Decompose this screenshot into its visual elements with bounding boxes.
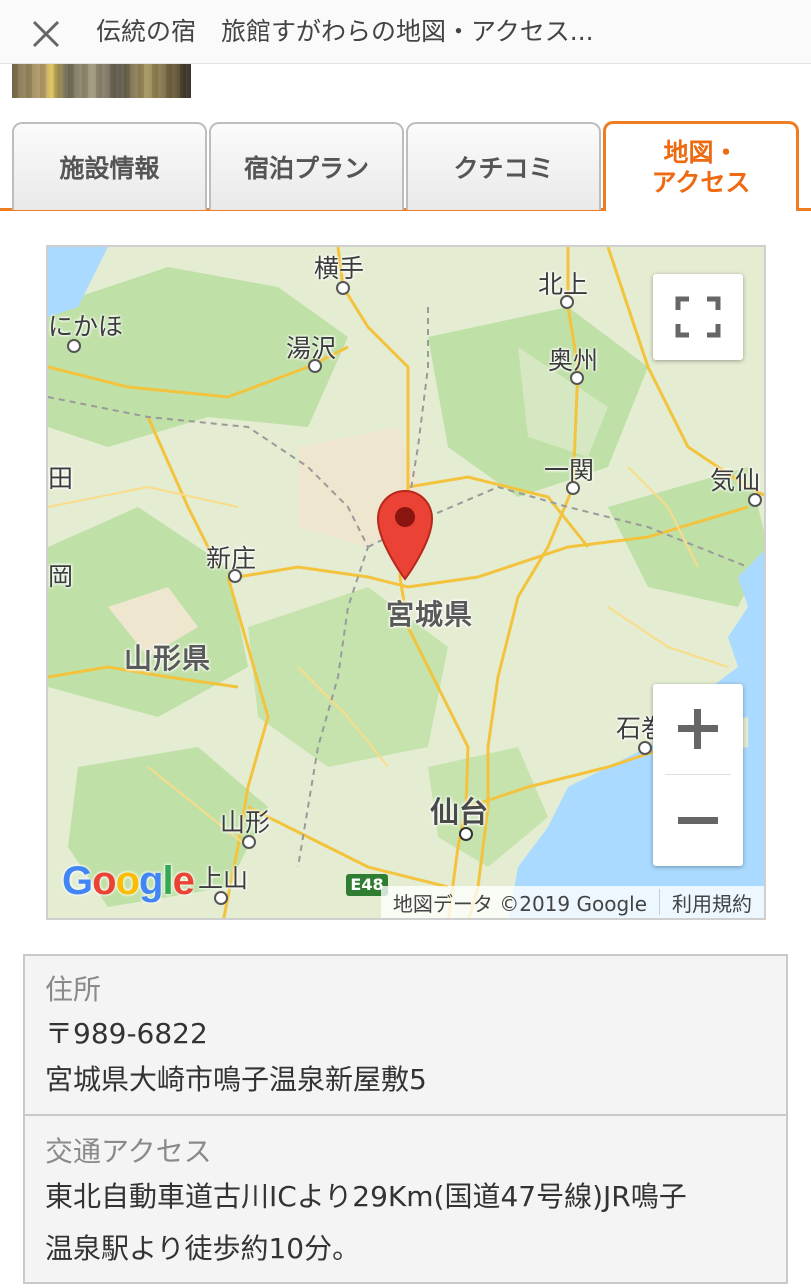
map-city-dot xyxy=(570,371,584,385)
map-city-dot xyxy=(67,339,81,353)
tab-label: クチコミ xyxy=(453,154,554,183)
map-label-yokote: 横手 xyxy=(314,254,365,283)
zoom-divider xyxy=(665,774,731,775)
postal-code: 〒989-6822 xyxy=(45,1017,208,1050)
tab-plans[interactable]: 宿泊プラン xyxy=(209,122,404,210)
tab-label-line1: 地図・ xyxy=(663,137,739,167)
zoom-in-button[interactable] xyxy=(653,684,743,774)
map-city-dot xyxy=(638,741,652,755)
map-city-dot xyxy=(308,359,322,373)
tab-label: 宿泊プラン xyxy=(243,154,369,183)
tab-facility-info[interactable]: 施設情報 xyxy=(12,122,207,210)
map-city-dot xyxy=(748,493,762,507)
zoom-controls xyxy=(653,684,743,866)
map-label-kesennuma: 気仙 xyxy=(710,466,761,495)
map-attribution-bar: 地図データ ©2019 Google 利用規約 xyxy=(380,886,764,918)
tab-label-line2: アクセス xyxy=(651,167,751,197)
fullscreen-icon xyxy=(675,296,721,338)
map-city-dot xyxy=(336,281,350,295)
terms-link[interactable]: 利用規約 xyxy=(660,888,764,917)
map-label-yamagata-pref: 山形県 xyxy=(124,642,212,675)
address-value: 宮城県大崎市鳴子温泉新屋敷5 xyxy=(45,1063,427,1096)
hotel-thumbnail xyxy=(12,64,191,98)
address-label: 住所 xyxy=(45,973,102,1006)
map-label-kaminoyama: 上山 xyxy=(198,864,249,893)
map-city-dot xyxy=(228,569,242,583)
map-label-oka: 岡 xyxy=(48,562,74,591)
map-city-dot xyxy=(560,295,574,309)
access-line-1: 東北自動車道古川ICより29Km(国道47号線)JR鳴子 xyxy=(45,1180,687,1213)
map-attribution: 地図データ ©2019 Google xyxy=(392,891,647,916)
top-bar: 伝統の宿 旅館すがわらの地図・アクセス... xyxy=(0,0,811,64)
map-city-dot xyxy=(242,835,256,849)
map-label-ta: 田 xyxy=(48,464,74,493)
address-row: 住所 〒989-6822 宮城県大崎市鳴子温泉新屋敷5 xyxy=(25,956,786,1116)
zoom-out-button[interactable] xyxy=(653,776,743,866)
hotel-info-table: 住所 〒989-6822 宮城県大崎市鳴子温泉新屋敷5 交通アクセス 東北自動車… xyxy=(23,954,788,1284)
access-line-2: 温泉駅より徒歩約10分。 xyxy=(45,1232,361,1265)
close-icon[interactable] xyxy=(26,14,66,54)
tab-reviews[interactable]: クチコミ xyxy=(406,122,601,210)
page-title: 伝統の宿 旅館すがわらの地図・アクセス... xyxy=(96,17,594,46)
map-label-yamagata: 山形 xyxy=(220,808,271,837)
map-city-dot xyxy=(459,827,473,841)
map-city-dot xyxy=(566,481,580,495)
access-label: 交通アクセス xyxy=(45,1135,212,1168)
tab-label: 施設情報 xyxy=(59,154,160,183)
map-label-nikaho: にかほ xyxy=(48,312,124,341)
location-pin-icon[interactable] xyxy=(374,487,436,581)
plus-icon xyxy=(678,709,718,749)
tab-map-access[interactable]: 地図・ アクセス xyxy=(603,121,799,211)
map[interactable]: 横手 北上 にかほ 湯沢 奥州 田 一関 気仙 新庄 岡 宮城県 山形県 石巻 … xyxy=(46,245,766,920)
google-logo[interactable]: Google xyxy=(62,859,195,904)
map-label-sendai: 仙台 xyxy=(430,795,489,829)
access-row: 交通アクセス 東北自動車道古川ICより29Km(国道47号線)JR鳴子 温泉駅よ… xyxy=(25,1118,786,1288)
fullscreen-button[interactable] xyxy=(653,274,743,360)
minus-icon xyxy=(678,817,718,824)
map-city-dot xyxy=(214,891,228,905)
map-label-miyagi-pref: 宮城県 xyxy=(386,598,474,631)
